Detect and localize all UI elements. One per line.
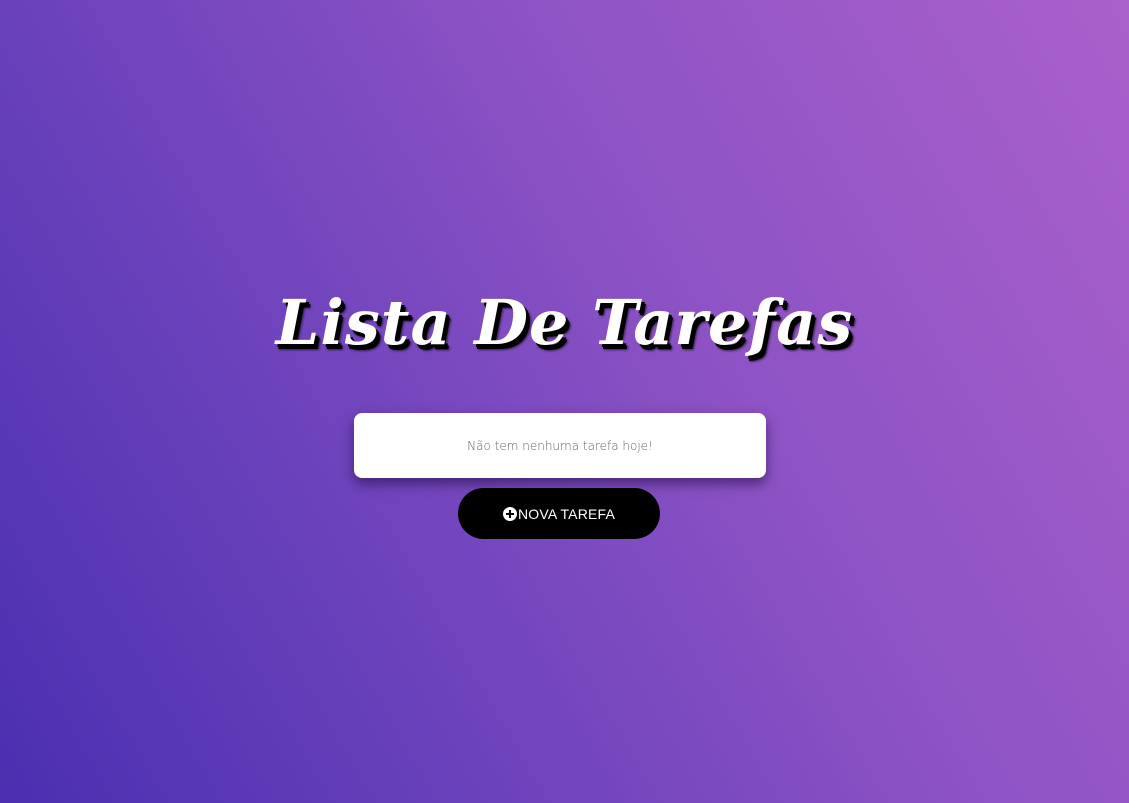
page: Lista De Tarefas Não tem nenhuma tarefa … — [0, 0, 1129, 803]
new-task-button[interactable]: NOVA TAREFA — [458, 488, 660, 539]
page-title: Lista De Tarefas — [275, 286, 854, 359]
task-list-container: Não tem nenhuma tarefa hoje! — [354, 413, 766, 478]
new-task-button-label: NOVA TAREFA — [517, 505, 616, 522]
plus-circle-icon — [502, 506, 517, 521]
empty-task-message: Não tem nenhuma tarefa hoje! — [467, 438, 653, 453]
